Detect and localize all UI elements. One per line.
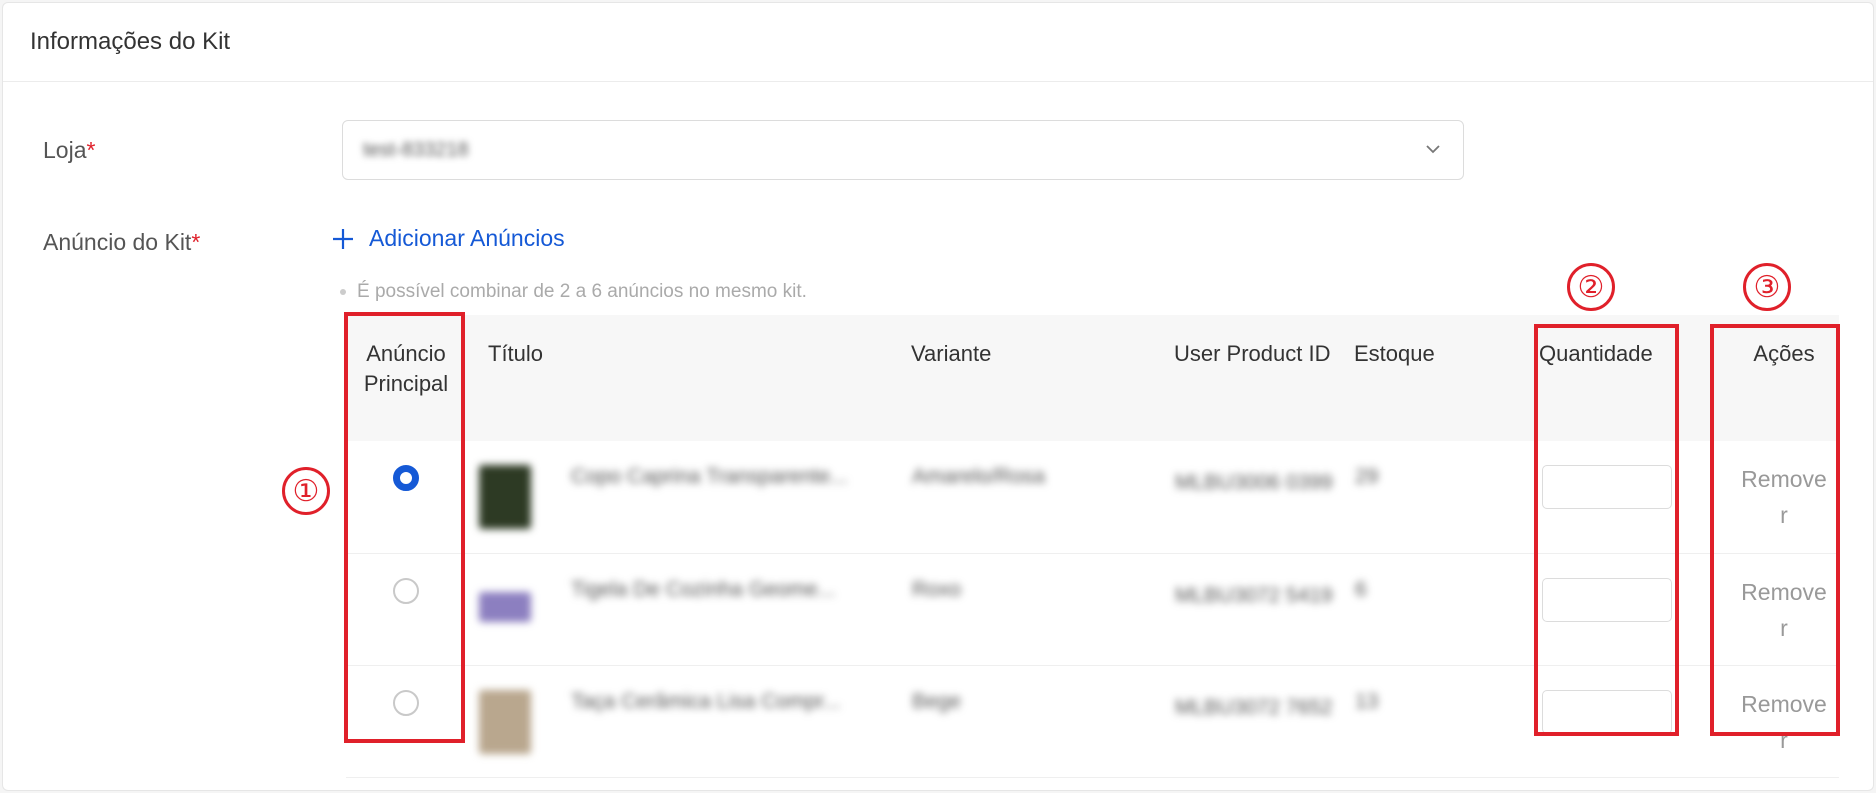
product-thumbnail <box>479 689 531 754</box>
variant: Roxo <box>912 577 962 601</box>
annotation-badge-1: ① <box>282 467 330 515</box>
user-product-id: MLBU3072 7652 <box>1175 695 1333 719</box>
product-thumbnail <box>479 465 531 529</box>
product-title: Tigela De Cozinha Geome... <box>571 577 836 601</box>
required-mark: * <box>191 229 201 255</box>
store-select[interactable]: test-833218 <box>342 120 1464 180</box>
card-title: Informações do Kit <box>3 3 1873 82</box>
user-product-id: MLBU3006 0399 <box>1175 471 1333 494</box>
variant: Bege <box>912 689 962 713</box>
col-title: Título <box>466 315 911 441</box>
stock: 6 <box>1355 577 1367 601</box>
kit-ad-label: Anúncio do Kit* <box>43 229 201 255</box>
annotation-badge-2: ② <box>1567 263 1615 311</box>
product-thumbnail <box>479 591 531 622</box>
add-ads-label: Adicionar Anúncios <box>369 225 565 251</box>
col-stock: Estoque <box>1354 315 1534 441</box>
product-title: Taça Cerâmica Lisa Compr... <box>571 689 841 713</box>
add-ads-button[interactable]: Adicionar Anúncios <box>331 225 565 252</box>
user-product-id: MLBU3072 5419 <box>1175 583 1333 607</box>
store-label: Loja* <box>43 137 96 163</box>
bullet-icon <box>340 289 346 295</box>
col-user-product-id: User Product ID <box>1174 315 1354 441</box>
stock: 29 <box>1355 465 1379 488</box>
highlight-actions-column <box>1710 324 1840 736</box>
combine-hint: É possível combinar de 2 a 6 anúncios no… <box>340 281 807 303</box>
col-variant: Variante <box>911 315 1174 441</box>
plus-icon <box>333 228 353 249</box>
required-mark: * <box>86 137 96 163</box>
annotation-badge-3: ③ <box>1743 263 1791 311</box>
variant: Amarelo/Rosa <box>912 465 1046 488</box>
highlight-quantity-column <box>1534 324 1679 736</box>
highlight-main-ad-column <box>344 312 465 743</box>
stock: 13 <box>1355 689 1379 713</box>
store-value: test-833218 <box>363 138 469 161</box>
product-title: Copo Caprina Transparente... <box>571 465 848 488</box>
chevron-down-icon <box>1426 145 1440 154</box>
